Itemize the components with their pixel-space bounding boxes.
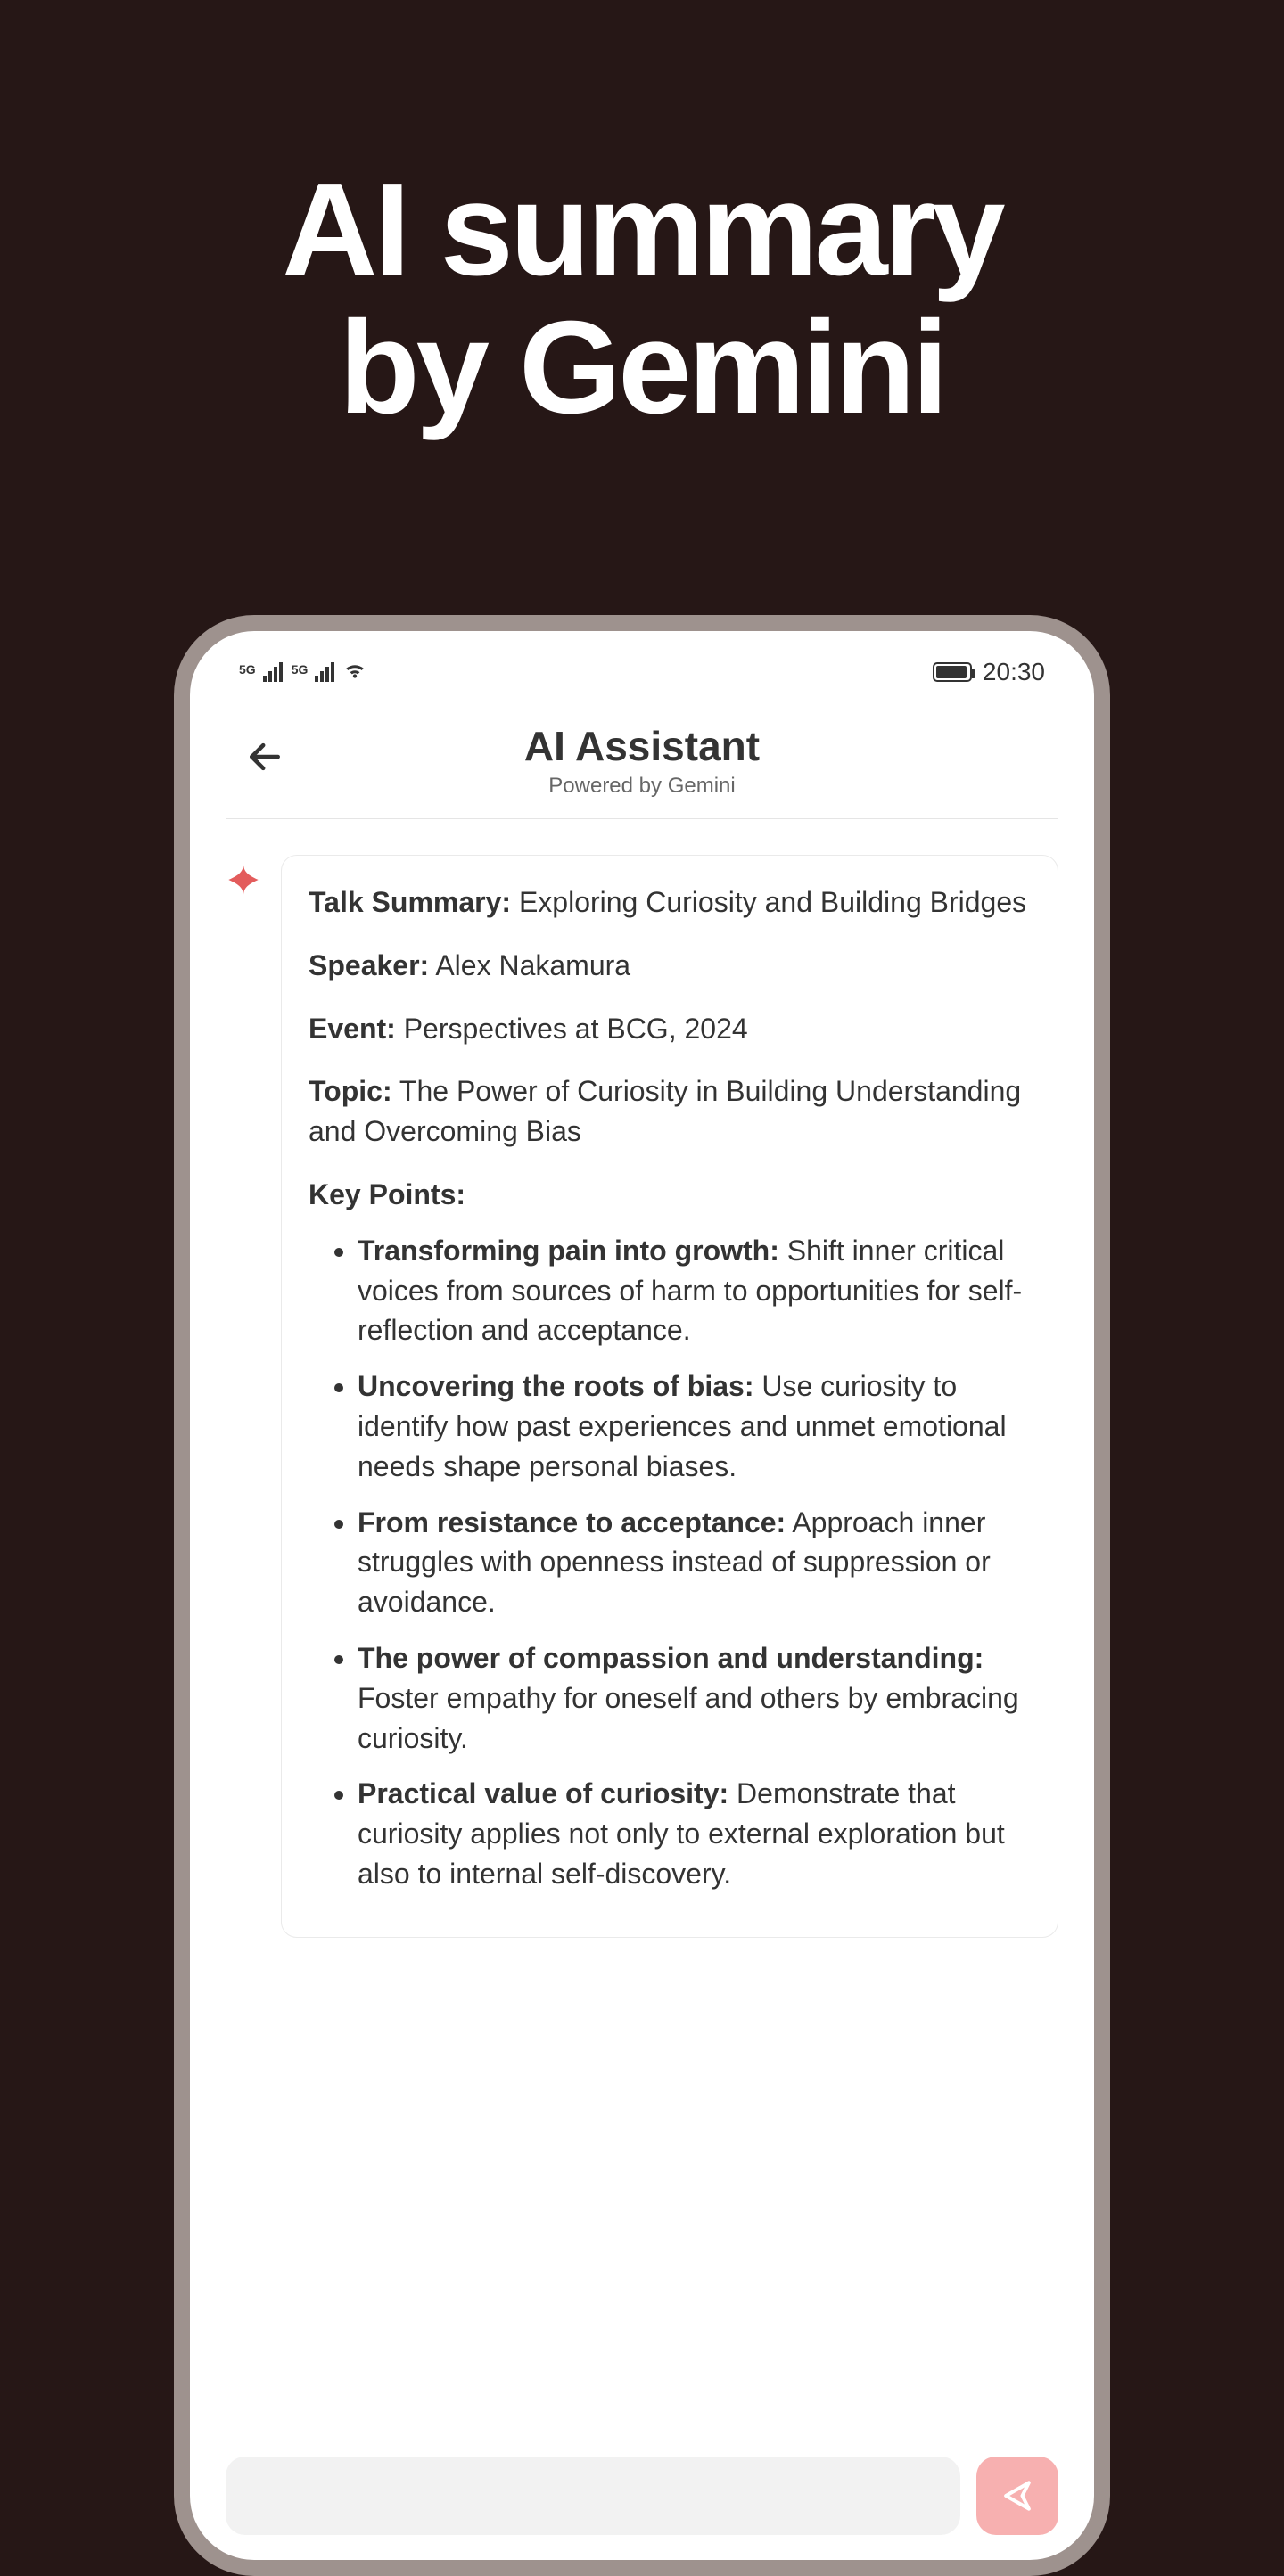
hero-title: AI summary by Gemini <box>0 0 1284 438</box>
app-header: AI Assistant Powered by Gemini <box>226 695 1058 819</box>
arrow-left-icon <box>245 737 284 776</box>
list-item: Transforming pain into growth: Shift inn… <box>358 1231 1031 1350</box>
topic-label: Topic: <box>309 1075 392 1107</box>
network-label-1: 5G <box>239 662 256 677</box>
topic-row: Topic: The Power of Curiosity in Buildin… <box>309 1071 1031 1152</box>
key-points-label: Key Points: <box>309 1175 1031 1215</box>
topic-value: The Power of Curiosity in Building Under… <box>309 1075 1021 1147</box>
summary-card: Talk Summary: Exploring Curiosity and Bu… <box>281 855 1058 1938</box>
status-left: 5G 5G <box>239 658 366 686</box>
event-row: Event: Perspectives at BCG, 2024 <box>309 1009 1031 1049</box>
phone-frame: 5G 5G 20:30 <box>174 615 1110 2576</box>
back-button[interactable] <box>243 735 286 778</box>
list-item: Practical value of curiosity: Demonstrat… <box>358 1774 1031 1893</box>
send-icon <box>998 2476 1037 2515</box>
key-points-list: Transforming pain into growth: Shift inn… <box>309 1231 1031 1894</box>
signal-bars-icon <box>263 662 283 682</box>
key-point-title: Practical value of curiosity: <box>358 1777 728 1809</box>
list-item: From resistance to acceptance: Approach … <box>358 1503 1031 1622</box>
key-point-title: Uncovering the roots of bias: <box>358 1370 753 1402</box>
talk-summary-value: Exploring Curiosity and Building Bridges <box>519 886 1026 918</box>
event-label: Event: <box>309 1013 396 1045</box>
speaker-row: Speaker: Alex Nakamura <box>309 946 1031 986</box>
hero-line-2: by Gemini <box>0 299 1284 437</box>
talk-summary-label: Talk Summary: <box>309 886 511 918</box>
status-right: 20:30 <box>933 658 1045 686</box>
key-point-body: Foster empathy for oneself and others by… <box>358 1682 1019 1754</box>
key-point-title: From resistance to acceptance: <box>358 1506 786 1538</box>
signal-group-2: 5G <box>292 662 335 682</box>
hero-line-1: AI summary <box>0 160 1284 299</box>
page-subtitle: Powered by Gemini <box>226 774 1058 799</box>
page-title: AI Assistant <box>226 722 1058 770</box>
key-point-title: Transforming pain into growth: <box>358 1235 779 1267</box>
speaker-value: Alex Nakamura <box>435 949 630 981</box>
signal-bars-icon <box>315 662 334 682</box>
list-item: The power of compassion and understandin… <box>358 1638 1031 1758</box>
sparkle-icon <box>226 862 261 898</box>
signal-group-1: 5G <box>239 662 283 682</box>
network-label-2: 5G <box>292 662 309 677</box>
key-point-title: The power of compassion and understandin… <box>358 1642 984 1674</box>
phone-screen: 5G 5G 20:30 <box>190 631 1094 2560</box>
speaker-label: Speaker: <box>309 949 429 981</box>
talk-summary-row: Talk Summary: Exploring Curiosity and Bu… <box>309 882 1031 923</box>
wifi-icon <box>343 658 366 686</box>
battery-icon <box>933 662 972 682</box>
list-item: Uncovering the roots of bias: Use curios… <box>358 1366 1031 1486</box>
send-button[interactable] <box>976 2457 1058 2535</box>
status-bar: 5G 5G 20:30 <box>190 631 1094 695</box>
input-bar <box>226 2457 1058 2535</box>
chat-input[interactable] <box>226 2457 960 2535</box>
clock: 20:30 <box>983 658 1045 686</box>
event-value: Perspectives at BCG, 2024 <box>404 1013 748 1045</box>
chat-content: Talk Summary: Exploring Curiosity and Bu… <box>190 819 1094 1938</box>
